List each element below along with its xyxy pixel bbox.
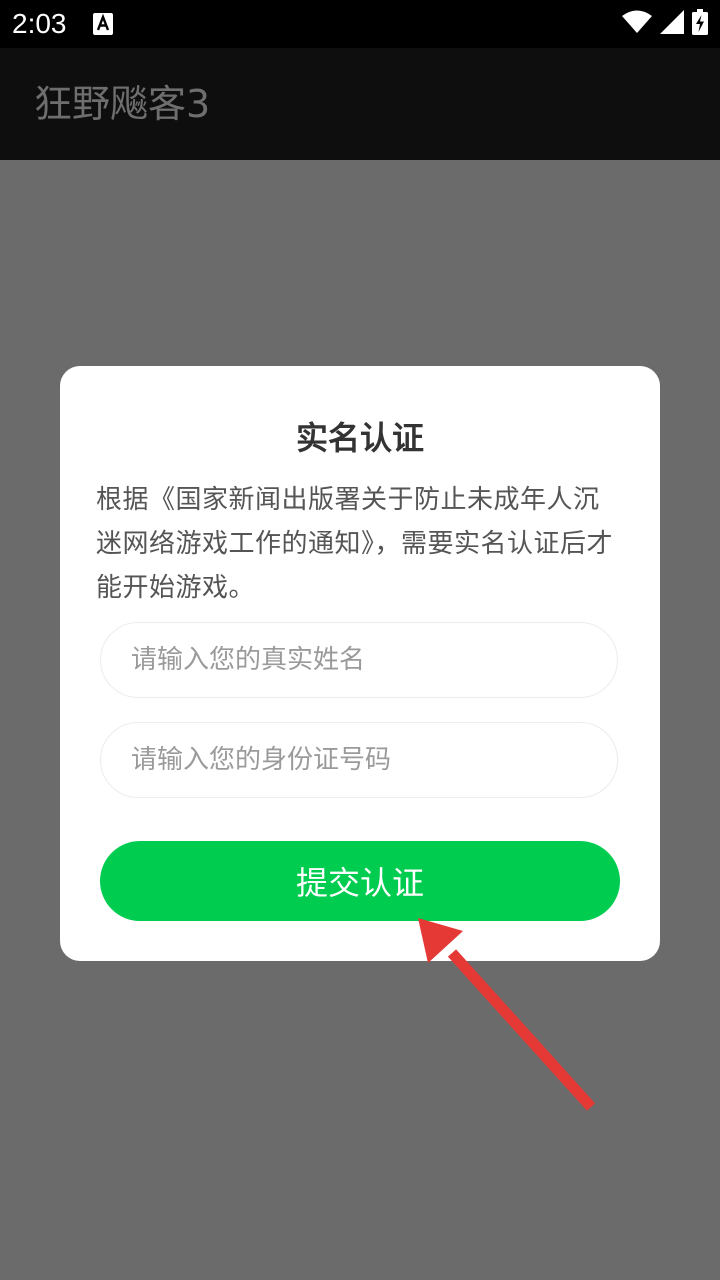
id-number-input[interactable] bbox=[131, 723, 591, 797]
accessibility-notification-icon bbox=[93, 13, 113, 35]
status-icons bbox=[622, 9, 708, 39]
real-name-input[interactable] bbox=[131, 623, 591, 697]
id-number-field[interactable] bbox=[100, 722, 618, 798]
status-time: 2:03 bbox=[12, 8, 67, 39]
real-name-verification-dialog: 实名认证 根据《国家新闻出版署关于防止未成年人沉迷网络游戏工作的通知》，需要实名… bbox=[60, 366, 660, 961]
wifi-icon bbox=[622, 10, 652, 38]
signal-icon bbox=[660, 10, 684, 38]
status-bar: 2:03 bbox=[0, 0, 720, 48]
app-title: 狂野飚客3 bbox=[34, 82, 211, 126]
dialog-title: 实名认证 bbox=[295, 419, 424, 457]
dialog-message: 根据《国家新闻出版署关于防止未成年人沉迷网络游戏工作的通知》，需要实名认证后才能… bbox=[96, 485, 614, 603]
real-name-field[interactable] bbox=[100, 622, 618, 698]
battery-charging-icon bbox=[692, 9, 708, 39]
app-bar: 狂野飚客3 bbox=[0, 48, 720, 160]
submit-verification-button[interactable]: 提交认证 bbox=[100, 841, 620, 921]
